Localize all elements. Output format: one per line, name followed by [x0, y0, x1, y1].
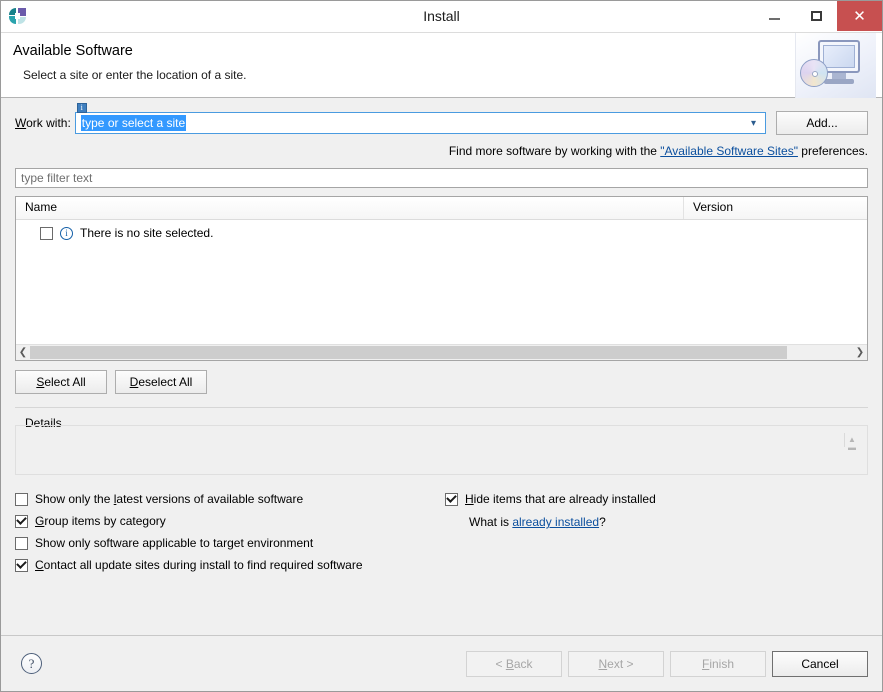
scrollbar-thumb[interactable]: [30, 346, 788, 359]
row-checkbox[interactable]: [40, 226, 53, 240]
checkbox-show-latest-versions[interactable]: [15, 492, 28, 506]
available-software-table: Name Version i There is no site selected…: [15, 196, 868, 361]
find-more-software-text: Find more software by working with the "…: [15, 144, 868, 158]
option-label: Group items by category: [35, 514, 166, 528]
find-more-suffix: preferences.: [797, 144, 868, 158]
column-header-version[interactable]: Version: [684, 197, 867, 219]
what-is-already-installed: What is already installed?: [469, 515, 656, 529]
checkbox-contact-update-sites[interactable]: [15, 558, 28, 572]
chevron-right-icon[interactable]: ❯: [853, 347, 867, 358]
checkbox-applicable-target[interactable]: [15, 536, 28, 550]
table-horizontal-scrollbar[interactable]: ❮ ❯: [16, 344, 867, 360]
option-label: Contact all update sites during install …: [35, 558, 363, 572]
select-all-button[interactable]: Select All: [15, 370, 107, 394]
scrollbar-track[interactable]: [30, 346, 853, 359]
option-hide-installed[interactable]: Hide items that are already installed: [445, 488, 656, 510]
table-body: i There is no site selected.: [16, 220, 867, 344]
monitor-base: [824, 79, 854, 84]
options-area: Show only the latest versions of availab…: [15, 488, 868, 588]
next-button[interactable]: Next >: [568, 650, 664, 677]
cancel-button[interactable]: Cancel: [772, 650, 868, 677]
back-button[interactable]: < Back: [466, 650, 562, 677]
details-group: Details ▲ ▬: [15, 416, 868, 475]
dialog-body: Work with: i type or select a site ▾ Add…: [1, 98, 882, 635]
already-installed-link[interactable]: already installed: [512, 515, 599, 529]
work-with-label: Work with:: [15, 116, 71, 130]
window-title: Install: [423, 8, 460, 24]
window-controls: ✕: [753, 1, 882, 31]
maximize-button[interactable]: [795, 1, 837, 31]
option-applicable-target[interactable]: Show only software applicable to target …: [15, 532, 868, 554]
info-decoration-icon: i: [76, 103, 87, 113]
monitor-with-disc-icon: [795, 33, 876, 98]
help-question-icon[interactable]: ?: [21, 653, 42, 674]
table-row[interactable]: i There is no site selected.: [16, 223, 867, 243]
wizard-banner: Available Software Select a site or ente…: [1, 32, 882, 98]
option-label: Show only the latest versions of availab…: [35, 492, 304, 506]
filter-input[interactable]: type filter text: [15, 168, 868, 188]
resize-grip-icon[interactable]: ▲ ▬: [844, 431, 860, 457]
option-group-by-category[interactable]: Group items by category: [15, 510, 868, 532]
separator: [15, 407, 868, 408]
option-label: Hide items that are already installed: [465, 492, 656, 506]
what-is-prefix: What is: [469, 515, 513, 529]
option-show-latest-versions[interactable]: Show only the latest versions of availab…: [15, 488, 868, 510]
row-name-cell: There is no site selected.: [80, 226, 214, 240]
option-contact-update-sites[interactable]: Contact all update sites during install …: [15, 554, 868, 576]
what-is-suffix: ?: [599, 515, 606, 529]
eclipse-icon: [9, 7, 27, 25]
checkbox-hide-installed[interactable]: [445, 492, 458, 506]
find-more-prefix: Find more software by working with the: [448, 144, 661, 158]
work-with-combo[interactable]: type or select a site ▾: [74, 112, 766, 134]
work-with-row: Work with: i type or select a site ▾ Add…: [15, 103, 868, 135]
title-bar: Install ✕: [1, 1, 882, 32]
page-subtitle: Select a site or enter the location of a…: [23, 68, 247, 82]
monitor-screen: [823, 45, 855, 68]
add-button[interactable]: Add...: [776, 111, 868, 135]
available-software-sites-link[interactable]: "Available Software Sites": [660, 144, 798, 158]
dialog-footer: ? < Back Next > Finish Cancel: [1, 635, 882, 691]
disc-hole: [812, 71, 818, 77]
install-dialog-window: Install ✕ Available Software Select a si…: [0, 0, 883, 692]
maximize-icon: [810, 11, 822, 21]
chevron-left-icon[interactable]: ❮: [16, 347, 30, 358]
option-label: Show only software applicable to target …: [35, 536, 314, 550]
details-content: [15, 425, 868, 475]
wizard-buttons: < Back Next > Finish Cancel: [466, 650, 868, 677]
selection-buttons: Select All Deselect All: [15, 370, 868, 394]
checkbox-group-by-category[interactable]: [15, 514, 28, 528]
work-with-combo-wrapper: i type or select a site ▾: [74, 103, 766, 134]
disc-icon: [800, 59, 828, 87]
minimize-button[interactable]: [753, 1, 795, 31]
minimize-icon: [768, 18, 780, 20]
chevron-down-icon[interactable]: ▾: [751, 118, 756, 129]
page-title: Available Software: [13, 43, 133, 59]
close-icon: ✕: [853, 6, 866, 25]
close-button[interactable]: ✕: [837, 1, 882, 31]
table-header: Name Version: [16, 197, 867, 220]
work-with-input[interactable]: type or select a site: [80, 115, 187, 131]
info-icon: i: [60, 226, 73, 240]
deselect-all-button[interactable]: Deselect All: [115, 370, 207, 394]
finish-button[interactable]: Finish: [670, 650, 766, 677]
options-right-column: Hide items that are already installed Wh…: [445, 488, 656, 529]
column-header-name[interactable]: Name: [16, 197, 684, 219]
